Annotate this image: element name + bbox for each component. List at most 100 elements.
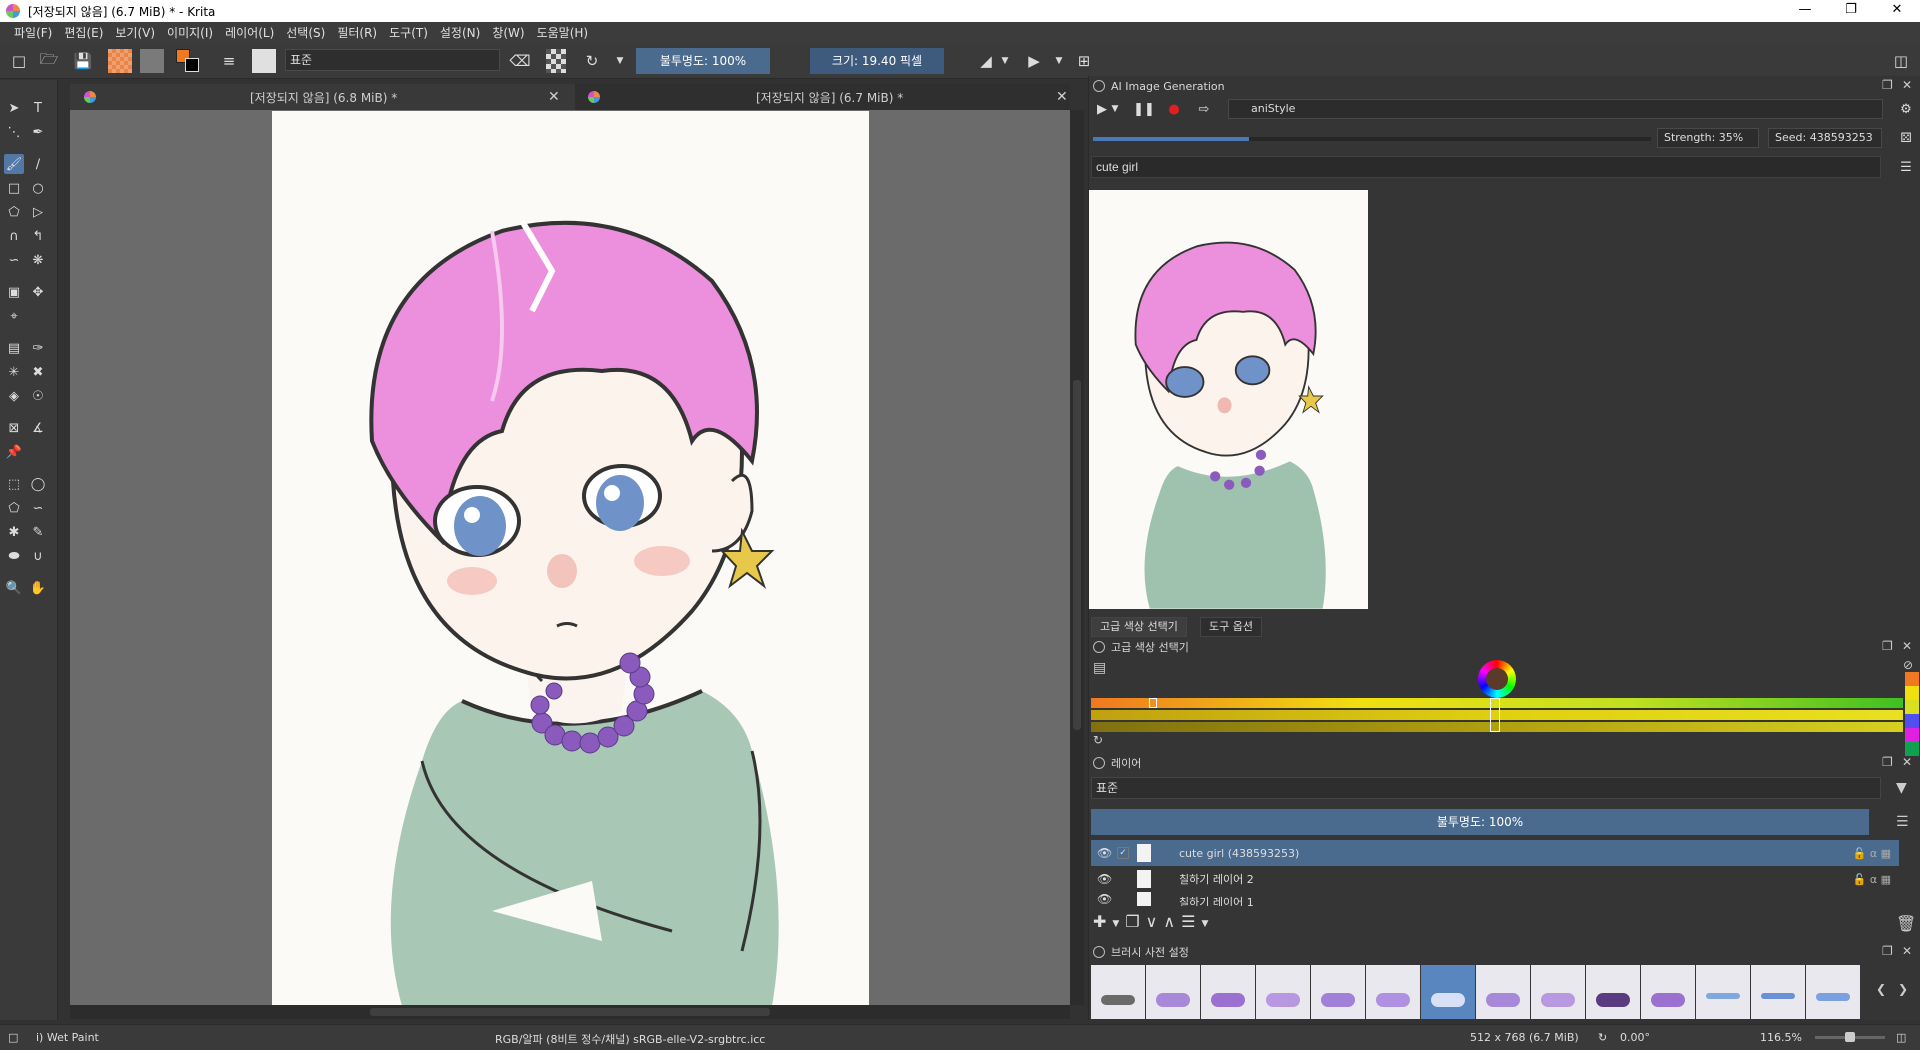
mirror-v-dropdown-icon[interactable]: ▼ <box>1054 49 1064 73</box>
docker-lock-icon[interactable] <box>1093 80 1105 92</box>
prompt-input[interactable] <box>1091 156 1881 178</box>
reload-dropdown-icon[interactable]: ▼ <box>614 49 626 73</box>
color-cursor[interactable] <box>1149 698 1157 708</box>
rotation-icon[interactable]: ↻ <box>1598 1031 1607 1044</box>
move-tool-icon[interactable]: ✥ <box>28 282 48 302</box>
enclose-fill-icon[interactable]: ☉ <box>28 386 48 406</box>
generate-dropdown-icon[interactable]: ▼ <box>1110 99 1120 119</box>
polygon-tool-icon[interactable]: ⬠ <box>4 202 24 222</box>
brush-scroll-right-icon[interactable]: ❯ <box>1898 982 1908 996</box>
brush-preset[interactable] <box>1641 965 1695 1019</box>
minimize-button[interactable]: — <box>1782 0 1828 22</box>
menu-file[interactable]: 파일(F) <box>8 24 58 41</box>
calligraphy-icon[interactable]: ✒ <box>28 122 48 142</box>
generated-image-preview[interactable] <box>1089 190 1368 609</box>
reload-preset-icon[interactable]: ↻ <box>582 49 602 73</box>
layer-row[interactable]: 👁 칠하기 레이어 1 <box>1091 892 1899 906</box>
new-document-icon[interactable]: □ <box>8 49 30 73</box>
edit-shapes-icon[interactable]: ⋱ <box>4 122 24 142</box>
menu-settings[interactable]: 설정(N) <box>434 24 486 41</box>
brush-preset[interactable] <box>1696 965 1750 1019</box>
docker-lock-icon[interactable] <box>1093 641 1105 653</box>
prompt-layers-icon[interactable]: ☰ <box>1896 157 1916 177</box>
multibrush-icon[interactable]: ❋ <box>28 250 48 270</box>
pan-tool-icon[interactable]: ✋ <box>28 578 48 598</box>
brush-preset[interactable] <box>1256 965 1310 1019</box>
layer-properties-dropdown-icon[interactable]: ▼ <box>1201 912 1208 936</box>
freehand-select-icon[interactable]: ∽ <box>28 498 48 518</box>
layer-row[interactable]: 👁 ✓ cute girl (438593253) 🔓 α ▦ <box>1091 840 1899 866</box>
horizontal-scrollbar[interactable] <box>70 1005 1070 1019</box>
menu-filter[interactable]: 필터(R) <box>331 24 383 41</box>
tab-advanced-color-selector[interactable]: 고급 색상 선택기 <box>1091 617 1187 637</box>
open-folder-icon[interactable]: 🗁 <box>38 49 60 73</box>
move-layer-up-icon[interactable]: ∧ <box>1163 912 1175 936</box>
menu-edit[interactable]: 편집(E) <box>58 24 109 41</box>
menu-image[interactable]: 이미지(I) <box>161 24 219 41</box>
add-layer-dropdown-icon[interactable]: ▼ <box>1112 912 1119 936</box>
layer-lock-alpha-icons[interactable]: 🔓 α ▦ <box>1853 847 1891 860</box>
brush-settings-icon[interactable]: ≡ <box>218 49 240 73</box>
menu-window[interactable]: 창(W) <box>486 24 530 41</box>
opacity-slider[interactable]: 불투명도: 100% <box>636 48 770 74</box>
similar-select-icon[interactable]: ✎ <box>28 522 48 542</box>
pause-icon[interactable]: ❚❚ <box>1133 99 1155 119</box>
generate-play-icon[interactable]: ▶ <box>1092 99 1112 119</box>
brush-scroll-left-icon[interactable]: ❮ <box>1876 982 1886 996</box>
mirror-horizontal-icon[interactable]: ◢ <box>976 49 996 73</box>
layer-opacity-slider[interactable]: 불투명도: 100% <box>1091 809 1869 835</box>
reference-images-icon[interactable]: 📌 <box>4 442 24 462</box>
apply-result-icon[interactable]: ⇨ <box>1194 99 1214 119</box>
measure-tool-icon[interactable]: ∡ <box>28 418 48 438</box>
float-docker-icon[interactable]: ❐ <box>1882 755 1893 769</box>
preserve-alpha-icon[interactable] <box>546 49 566 73</box>
gradient-swatch[interactable] <box>108 49 132 73</box>
polyline-tool-icon[interactable]: ▷ <box>28 202 48 222</box>
ellipse-select-icon[interactable]: ◯ <box>28 474 48 494</box>
menu-view[interactable]: 보기(V) <box>109 24 161 41</box>
brush-preset[interactable] <box>1201 965 1255 1019</box>
layer-lock-alpha-icons[interactable]: 🔓 α ▦ <box>1853 873 1891 886</box>
brush-preset[interactable] <box>1751 965 1805 1019</box>
brush-preset[interactable] <box>1146 965 1200 1019</box>
color-reset-icon[interactable]: ↻ <box>1093 733 1103 747</box>
zoom-slider[interactable] <box>1815 1032 1885 1042</box>
magnetic-select-icon[interactable]: ∪ <box>28 546 48 566</box>
line-tool-icon[interactable]: ∕ <box>28 154 48 174</box>
freehand-brush-icon[interactable]: 🖌 <box>4 154 24 174</box>
menu-select[interactable]: 선택(S) <box>280 24 331 41</box>
brush-preset-thumbnail[interactable] <box>252 49 276 73</box>
contiguous-select-icon[interactable]: ✱ <box>4 522 24 542</box>
brush-preset[interactable] <box>1091 965 1145 1019</box>
assistant-icon[interactable]: ⊠ <box>4 418 24 438</box>
brush-preset-selected[interactable] <box>1421 965 1475 1019</box>
close-window-button[interactable]: ✕ <box>1874 0 1920 22</box>
ellipse-tool-icon[interactable]: ○ <box>28 178 48 198</box>
brush-preset[interactable] <box>1586 965 1640 1019</box>
float-docker-icon[interactable]: ❐ <box>1882 944 1893 958</box>
blend-mode-select[interactable]: 표준 <box>285 49 500 71</box>
zoom-slider-handle[interactable] <box>1845 1032 1855 1042</box>
close-tab-icon[interactable]: ✕ <box>1056 89 1068 105</box>
ai-settings-icon[interactable]: ⚙ <box>1896 99 1916 119</box>
select-shapes-icon[interactable]: ➤ <box>4 98 24 118</box>
hue-ring[interactable] <box>1478 660 1516 698</box>
canvas-only-icon[interactable]: ◫ <box>1896 1031 1906 1044</box>
brush-size-slider[interactable]: 크기: 19.40 픽셀 <box>810 48 944 74</box>
menu-layer[interactable]: 레이어(L) <box>219 24 280 41</box>
move-layer-down-icon[interactable]: ∨ <box>1146 912 1158 936</box>
layer-checkbox[interactable]: ✓ <box>1117 847 1129 859</box>
close-docker-icon[interactable]: ✕ <box>1902 755 1912 769</box>
duplicate-layer-icon[interactable]: ❐ <box>1125 912 1139 936</box>
close-docker-icon[interactable]: ✕ <box>1902 78 1912 92</box>
polygon-select-icon[interactable]: ⬠ <box>4 498 24 518</box>
crop-tool-icon[interactable]: ⌖ <box>4 306 24 326</box>
seed-field[interactable]: Seed: 438593253 <box>1768 128 1882 148</box>
seed-dice-icon[interactable]: ⚄ <box>1896 128 1916 148</box>
style-select[interactable]: aniStyle <box>1228 99 1883 119</box>
float-docker-icon[interactable]: ❐ <box>1882 78 1893 92</box>
layer-blend-mode-select[interactable]: 표준 <box>1091 777 1881 799</box>
menu-help[interactable]: 도움말(H) <box>531 24 595 41</box>
visibility-eye-icon[interactable]: 👁 <box>1097 892 1112 906</box>
canvas-artwork[interactable] <box>272 111 869 1006</box>
